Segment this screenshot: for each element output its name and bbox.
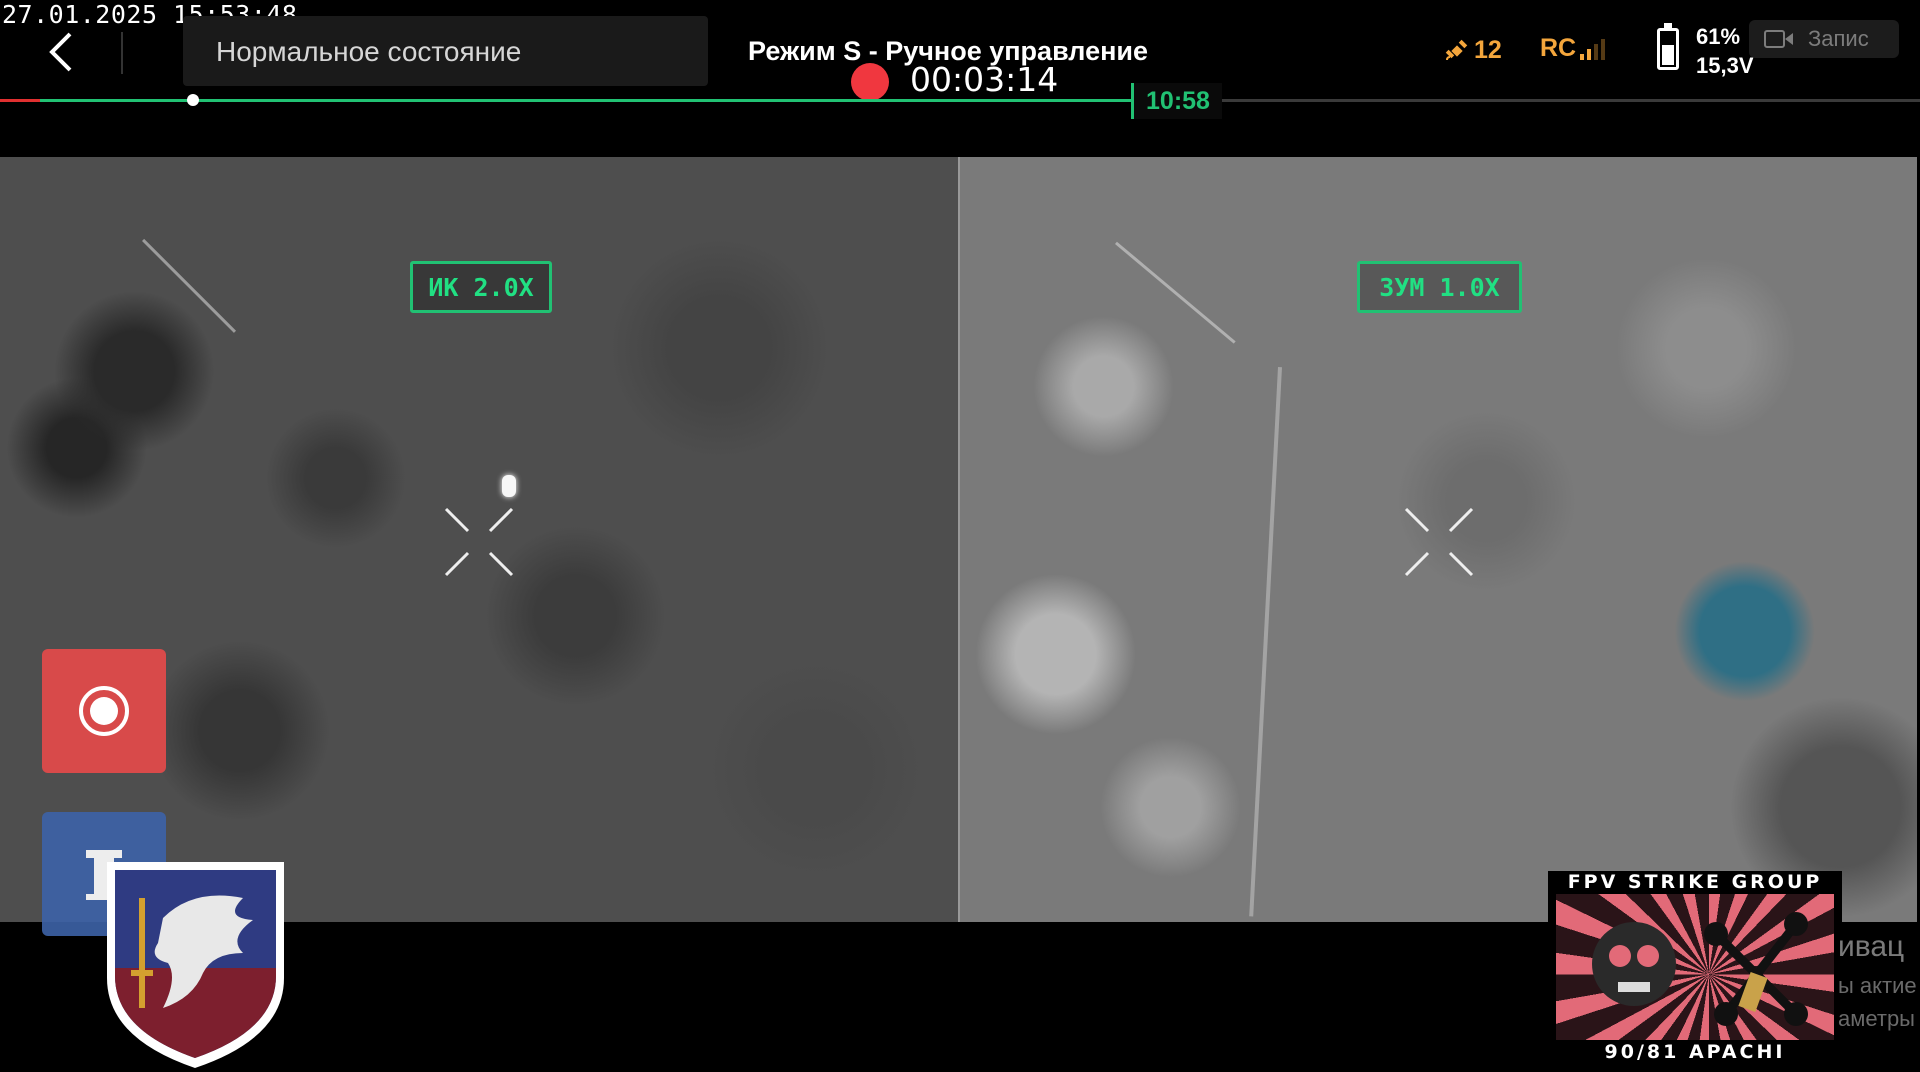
satellite-status: 12 (1444, 36, 1502, 65)
status-text: Нормальное состояние (216, 36, 522, 67)
side-text-1: ивац (1838, 930, 1905, 963)
zoom-zoom-label: ЗУМ 1.0X (1357, 261, 1522, 313)
dirt-road (1249, 367, 1282, 917)
rc-label: RC (1540, 34, 1577, 62)
skull-drone-icon (1592, 912, 1808, 1026)
recording-indicator-icon (851, 63, 889, 101)
skull-drone-artwork (1556, 894, 1834, 1040)
zoom-camera-view[interactable]: ЗУМ 1.0X (960, 157, 1917, 922)
crosshair-icon (444, 507, 514, 577)
terrain-track (142, 238, 237, 333)
terrain-track (1115, 241, 1236, 344)
fpv-logo-subtitle: 90/81 APACHI (1604, 1041, 1786, 1063)
duration-text: 10:58 (1146, 86, 1210, 115)
ir-camera-view[interactable]: ИК 2.0X (0, 157, 959, 922)
playback-start-marker (0, 99, 40, 102)
recording-timer: 00:03:14 (910, 60, 1059, 99)
rc-signal-status: RC (1540, 34, 1606, 63)
duration-badge: 10:58 (1131, 83, 1222, 119)
zoom-zoom-text: ЗУМ 1.0X (1379, 272, 1500, 302)
crosshair-icon (1404, 507, 1474, 577)
battery-level (1662, 45, 1674, 65)
capture-photo-button[interactable] (42, 649, 166, 773)
signal-bars-icon (1580, 38, 1606, 63)
playback-scrubber-handle[interactable] (187, 94, 199, 106)
header-divider (121, 32, 123, 74)
fpv-strike-group-logo: FPV STRIKE GROUP 90/81 APACHI (1548, 871, 1842, 1070)
back-button[interactable] (42, 28, 82, 76)
status-panel[interactable]: Нормальное состояние (183, 16, 708, 86)
camera-icon (1764, 30, 1793, 48)
battery-icon (1657, 23, 1679, 70)
griffin-shield-emblem (107, 862, 284, 1068)
battery-percent: 61% (1696, 24, 1741, 49)
thermal-target (502, 475, 516, 497)
battery-voltage: 15,3V (1696, 53, 1754, 78)
side-text-3: аметры (1838, 1006, 1915, 1031)
record-button[interactable]: Запис (1749, 20, 1899, 58)
side-text-2: ы актие (1838, 973, 1917, 998)
ir-zoom-text: ИК 2.0X (428, 272, 534, 302)
fpv-logo-title: FPV STRIKE GROUP (1567, 871, 1823, 893)
ir-zoom-label: ИК 2.0X (410, 261, 552, 313)
playback-progress (0, 99, 1133, 102)
record-button-label: Запис (1808, 26, 1869, 51)
satellite-icon (1445, 39, 1468, 60)
camera-shutter-icon (79, 686, 129, 736)
chevron-left-icon (49, 32, 72, 72)
satellite-count: 12 (1474, 36, 1502, 64)
